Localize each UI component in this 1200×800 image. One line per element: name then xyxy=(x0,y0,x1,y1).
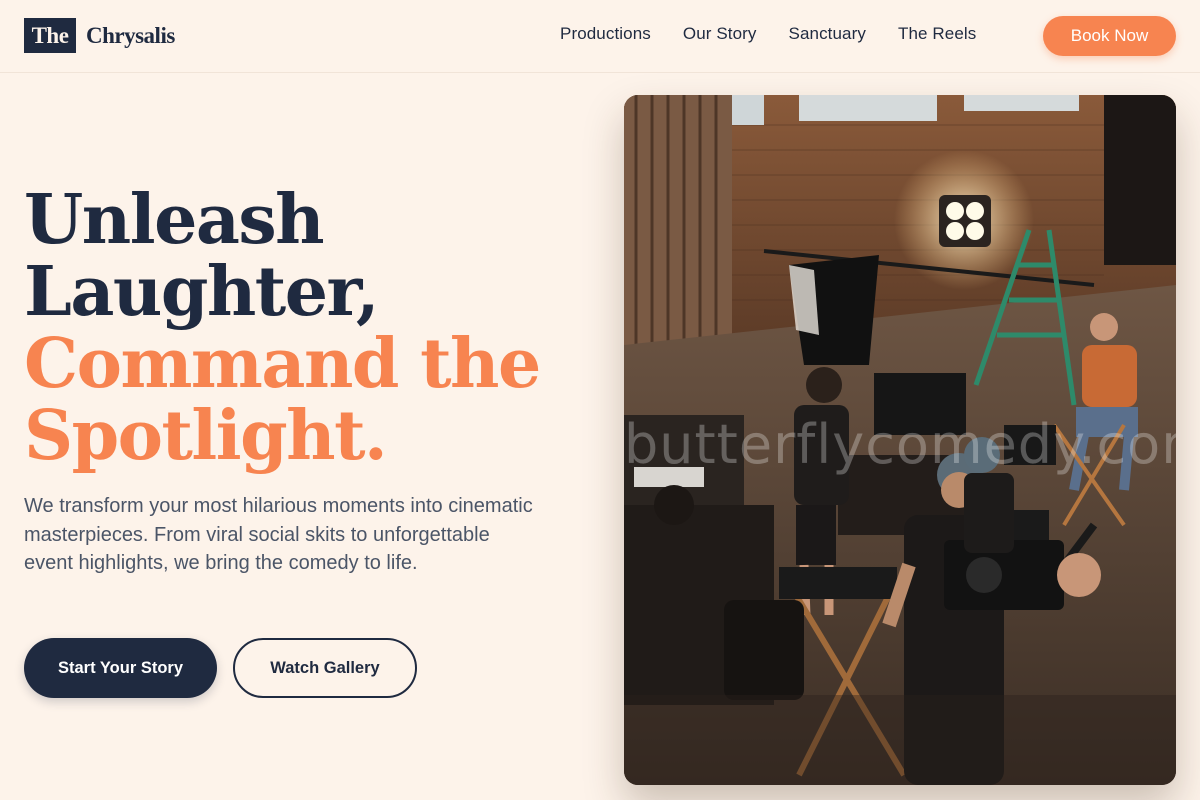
nav-link-productions[interactable]: Productions xyxy=(560,24,651,44)
site-header: The Chrysalis Productions Our Story Sanc… xyxy=(0,0,1200,73)
logo-mark: The xyxy=(24,18,76,53)
brand-logo[interactable]: The Chrysalis xyxy=(24,18,175,53)
headline-line-2: Laughter, xyxy=(24,252,380,332)
hero-headline: Unleash Laughter, Command the Spotlight. xyxy=(24,184,584,472)
main-nav: Productions Our Story Sanctuary The Reel… xyxy=(560,0,1008,68)
headline-line-4: Spotlight. xyxy=(24,396,388,476)
nav-link-the-reels[interactable]: The Reels xyxy=(898,24,976,44)
nav-link-our-story[interactable]: Our Story xyxy=(683,24,757,44)
logo-wordmark: Chrysalis xyxy=(86,22,175,48)
film-set-illustration xyxy=(624,95,1176,785)
hero-subtitle: We transform your most hilarious moments… xyxy=(24,495,533,574)
book-now-button[interactable]: Book Now xyxy=(1043,16,1176,56)
nav-link-sanctuary[interactable]: Sanctuary xyxy=(789,24,866,44)
watch-gallery-button[interactable]: Watch Gallery xyxy=(233,638,417,698)
start-your-story-button[interactable]: Start Your Story xyxy=(24,638,217,698)
headline-line-1: Unleash xyxy=(24,180,325,260)
film-set-photo: butterflycomedy.com xyxy=(624,95,1176,785)
headline-line-3: Command the xyxy=(24,324,541,404)
